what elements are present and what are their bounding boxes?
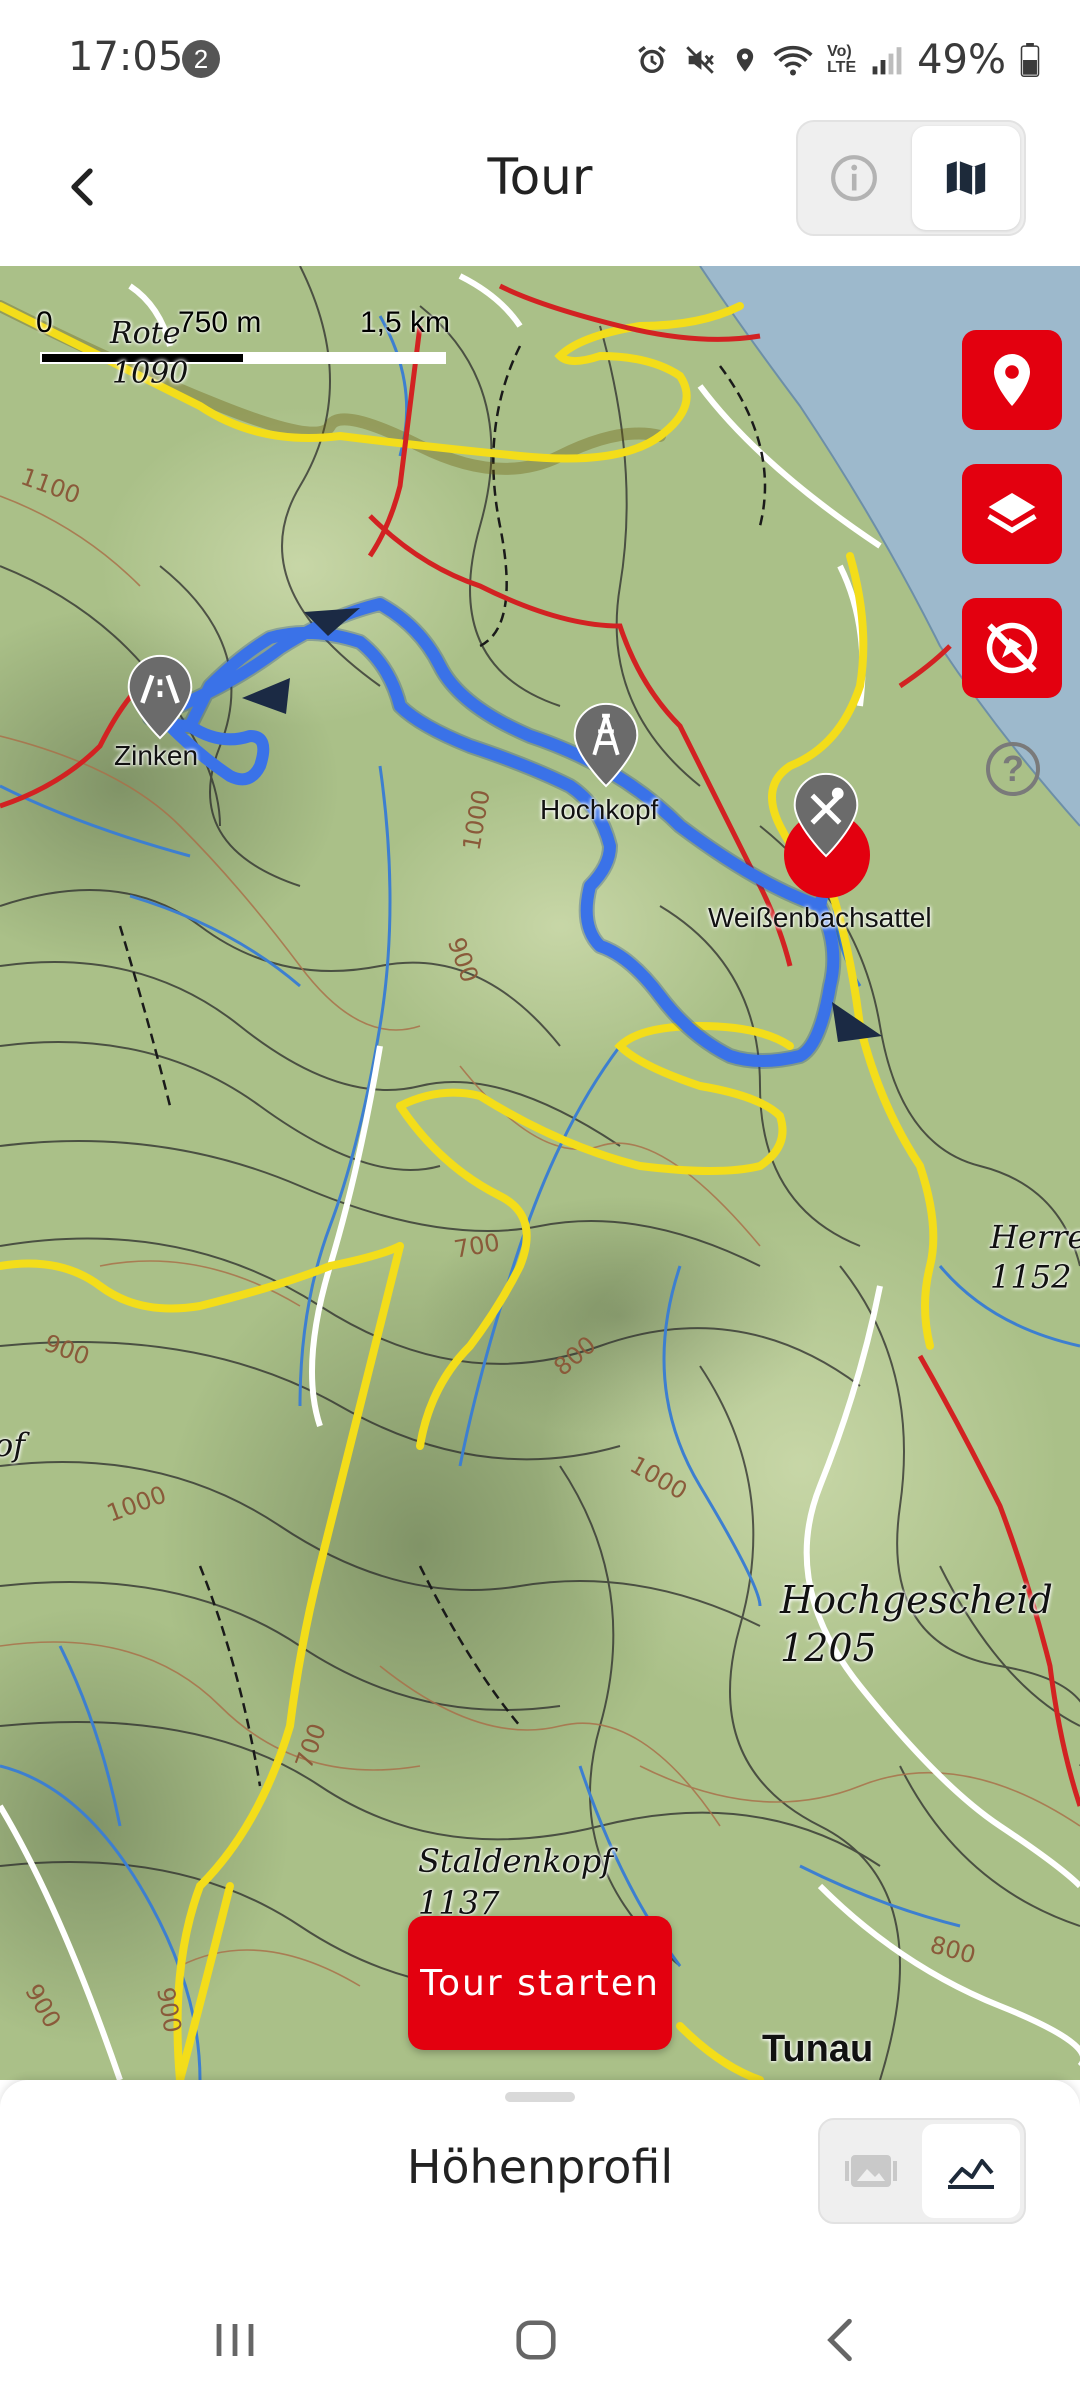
scale-max: 1,5 km	[360, 306, 451, 339]
battery-icon	[1020, 43, 1040, 77]
scale-bar	[40, 352, 446, 364]
place-label-tunau: Tunau	[762, 2028, 874, 2070]
sheet-drag-handle[interactable]	[505, 2092, 575, 2102]
info-icon	[831, 155, 877, 201]
battery-percent: 49%	[917, 37, 1006, 83]
map-icon	[946, 160, 986, 196]
tracking-off-icon	[986, 622, 1038, 674]
layers-button[interactable]	[962, 464, 1062, 564]
place-label-rote: Rote	[110, 316, 181, 351]
recents-button[interactable]	[196, 2310, 276, 2370]
place-elev-rote: 1090	[112, 356, 189, 391]
status-bar: 17:05 2 Vo) LTE 49%	[0, 0, 1080, 120]
notification-count-badge: 2	[182, 40, 220, 78]
restaurant-icon	[793, 772, 859, 858]
poi-label-weissenbachsattel: Weißenbachsattel	[708, 902, 932, 933]
map-scale: 0 750 m 1,5 km	[36, 306, 456, 364]
home-button[interactable]	[496, 2310, 576, 2370]
gallery-view-button[interactable]	[820, 2120, 922, 2222]
gallery-icon	[845, 2155, 897, 2187]
map-view[interactable]: 0 750 m 1,5 km Rote 1090 Herren 1152 Hoc…	[0, 266, 1080, 2080]
place-label-hochgescheid: Hochgescheid	[780, 1578, 1053, 1622]
signal-icon	[872, 47, 902, 75]
layers-icon	[987, 493, 1037, 534]
start-tour-button[interactable]: Tour starten	[408, 1916, 672, 2050]
map-view-button[interactable]	[912, 126, 1020, 230]
scale-mid: 750 m	[178, 306, 262, 339]
location-icon	[736, 48, 754, 72]
poi-label-hochkopf: Hochkopf	[540, 794, 659, 825]
poi-zinken[interactable]	[120, 652, 200, 742]
location-button[interactable]	[962, 330, 1062, 430]
place-label-herren: Herren	[990, 1218, 1080, 1256]
pass-icon	[127, 654, 193, 740]
wifi-icon	[773, 45, 813, 76]
status-time: 17:05	[68, 34, 184, 80]
elevation-profile-sheet[interactable]: Höhenprofil	[0, 2080, 1080, 2280]
map-canvas	[0, 266, 1080, 2080]
elevation-chart-icon	[948, 2159, 994, 2189]
info-view-button[interactable]	[798, 122, 910, 234]
location-pin-icon	[994, 354, 1030, 406]
scale-zero: 0	[36, 306, 53, 339]
view-toggle	[796, 120, 1026, 236]
poi-label-zinken: Zinken	[114, 740, 199, 771]
app-bar: Tour	[0, 120, 1080, 266]
poi-weissenbachsattel[interactable]	[786, 770, 866, 860]
tower-icon	[573, 702, 639, 788]
recents-icon	[216, 2324, 254, 2356]
help-button[interactable]: ?	[986, 742, 1040, 796]
home-icon	[516, 2320, 556, 2360]
network-type: Vo) LTE	[827, 43, 857, 76]
system-nav-bar	[0, 2280, 1080, 2400]
nav-back-button[interactable]	[800, 2310, 880, 2370]
place-elev-herren: 1152	[990, 1258, 1072, 1296]
place-label-staldenkopf: Staldenkopf	[418, 1842, 614, 1880]
alarm-icon	[638, 45, 666, 74]
status-icons: Vo) LTE 49%	[635, 30, 1040, 90]
mute-icon	[686, 46, 714, 74]
place-elev-hochgescheid: 1205	[780, 1626, 877, 1670]
sheet-view-toggle	[818, 2118, 1026, 2224]
place-label-kopf-partial: of	[0, 1426, 26, 1464]
tracking-toggle-button[interactable]	[962, 598, 1062, 698]
back-icon	[827, 2318, 852, 2362]
chart-view-button[interactable]	[922, 2124, 1020, 2218]
poi-hochkopf[interactable]	[566, 700, 646, 790]
